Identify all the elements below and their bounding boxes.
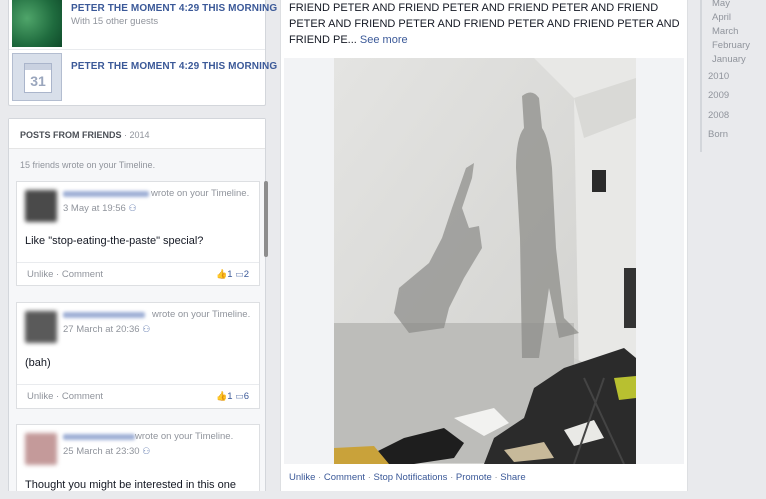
event-title[interactable]: PETER THE MOMENT 4:29 THIS MORNING — [71, 61, 277, 72]
scrollbar[interactable] — [264, 181, 268, 257]
event-photo[interactable] — [12, 0, 62, 47]
comment-icon: ▭ — [235, 269, 244, 279]
timeline-nav: May April March February January 2010 20… — [700, 0, 766, 152]
posts-from-friends-card: POSTS FROM FRIENDS · 2014 15 friends wro… — [8, 118, 266, 499]
calendar-day: 31 — [30, 73, 46, 89]
post-text: (bah) — [25, 357, 51, 369]
timeline-year[interactable]: 2008 — [708, 110, 729, 121]
stop-notifications-link[interactable]: Stop Notifications — [374, 472, 448, 483]
like-count: 1 — [227, 269, 233, 280]
comment-count: 2 — [243, 269, 249, 280]
comment-link[interactable]: Comment — [324, 472, 365, 483]
wrote-text: wrote on your Timeline. — [152, 309, 251, 320]
post-timestamp[interactable]: 3 May at 19:56 ⚇ — [63, 203, 137, 214]
post-timestamp[interactable]: 27 March at 20:36 ⚇ — [63, 324, 150, 335]
post-photo[interactable] — [334, 58, 636, 464]
events-card: PETER THE MOMENT 4:29 THIS MORNING With … — [8, 0, 277, 106]
post-counts[interactable]: 👍1 ▭6 — [216, 391, 249, 402]
wrote-text: wrote on your Timeline. — [151, 188, 250, 199]
wrote-text: wrote on your Timeline. — [135, 431, 234, 442]
timeline-month[interactable]: May — [712, 0, 730, 9]
post-text: Thought you might be interested in this … — [25, 479, 236, 491]
timeline-year[interactable]: 2010 — [708, 71, 729, 82]
avatar[interactable] — [25, 190, 57, 222]
friend-post: wrote on your Timeline. 25 March at 23:3… — [16, 424, 260, 499]
posts-year: · 2014 — [124, 130, 150, 140]
bottom-edge — [0, 491, 766, 499]
friends-count-text: 15 friends wrote on your Timeline. — [20, 160, 156, 170]
friend-post: wrote on your Timeline. 3 May at 19:56 ⚇… — [16, 181, 260, 286]
timeline-year[interactable]: Born — [708, 129, 728, 140]
post-counts[interactable]: 👍1 ▭2 — [216, 269, 249, 280]
event-guests: With 15 other guests — [71, 16, 159, 27]
post-action-bar: Unlike · Comment · Stop Notifications · … — [289, 472, 526, 483]
post-actions: Unlike · Comment 👍1 ▭2 — [17, 262, 259, 286]
promote-link[interactable]: Promote — [456, 472, 492, 483]
photo-container — [284, 58, 684, 464]
timeline-month[interactable]: February — [712, 40, 750, 51]
friends-icon: ⚇ — [142, 324, 151, 334]
poster-name[interactable] — [63, 312, 145, 318]
poster-name[interactable] — [63, 434, 135, 440]
friend-post: wrote on your Timeline. 27 March at 20:3… — [16, 302, 260, 409]
divider — [9, 49, 265, 50]
post-actions: Unlike · Comment 👍1 ▭6 — [17, 384, 259, 408]
friends-icon: ⚇ — [142, 446, 151, 456]
timeline-month[interactable]: January — [712, 54, 746, 65]
share-link[interactable]: Share — [500, 472, 525, 483]
post-timestamp[interactable]: 25 March at 23:30 ⚇ — [63, 446, 150, 457]
avatar[interactable] — [25, 311, 57, 343]
event-item[interactable]: 31 PETER THE MOMENT 4:29 THIS MORNING — [9, 51, 277, 103]
post-actions-links[interactable]: Unlike · Comment — [27, 391, 103, 402]
posts-header: POSTS FROM FRIENDS · 2014 — [9, 119, 265, 149]
caption-text: FRIEND PETER AND FRIEND PETER AND FRIEND… — [289, 2, 680, 46]
like-count: 1 — [227, 391, 233, 402]
timeline-year[interactable]: 2009 — [708, 90, 729, 101]
main-post: FRIEND PETER AND FRIEND PETER AND FRIEND… — [280, 0, 688, 499]
like-icon: 👍 — [216, 269, 228, 279]
like-icon: 👍 — [216, 391, 228, 401]
avatar[interactable] — [25, 433, 57, 465]
post-caption: FRIEND PETER AND FRIEND PETER AND FRIEND… — [289, 0, 681, 48]
poster-name[interactable] — [63, 191, 149, 197]
see-more-link[interactable]: See more — [360, 34, 408, 46]
friends-icon: ⚇ — [128, 203, 137, 213]
timeline-month[interactable]: April — [712, 12, 731, 23]
comment-count: 6 — [243, 391, 249, 402]
unlike-link[interactable]: Unlike — [289, 472, 315, 483]
calendar-icon: 31 — [12, 53, 62, 101]
posts-title: POSTS FROM FRIENDS · 2014 — [20, 130, 150, 140]
posts-title-label: POSTS FROM FRIENDS — [20, 130, 122, 140]
event-title[interactable]: PETER THE MOMENT 4:29 THIS MORNING — [71, 3, 277, 14]
timeline-month[interactable]: March — [712, 26, 738, 37]
event-item[interactable]: PETER THE MOMENT 4:29 THIS MORNING With … — [9, 0, 277, 51]
post-actions-links[interactable]: Unlike · Comment — [27, 269, 103, 280]
comment-icon: ▭ — [235, 391, 244, 401]
post-text: Like "stop-eating-the-paste" special? — [25, 235, 204, 247]
